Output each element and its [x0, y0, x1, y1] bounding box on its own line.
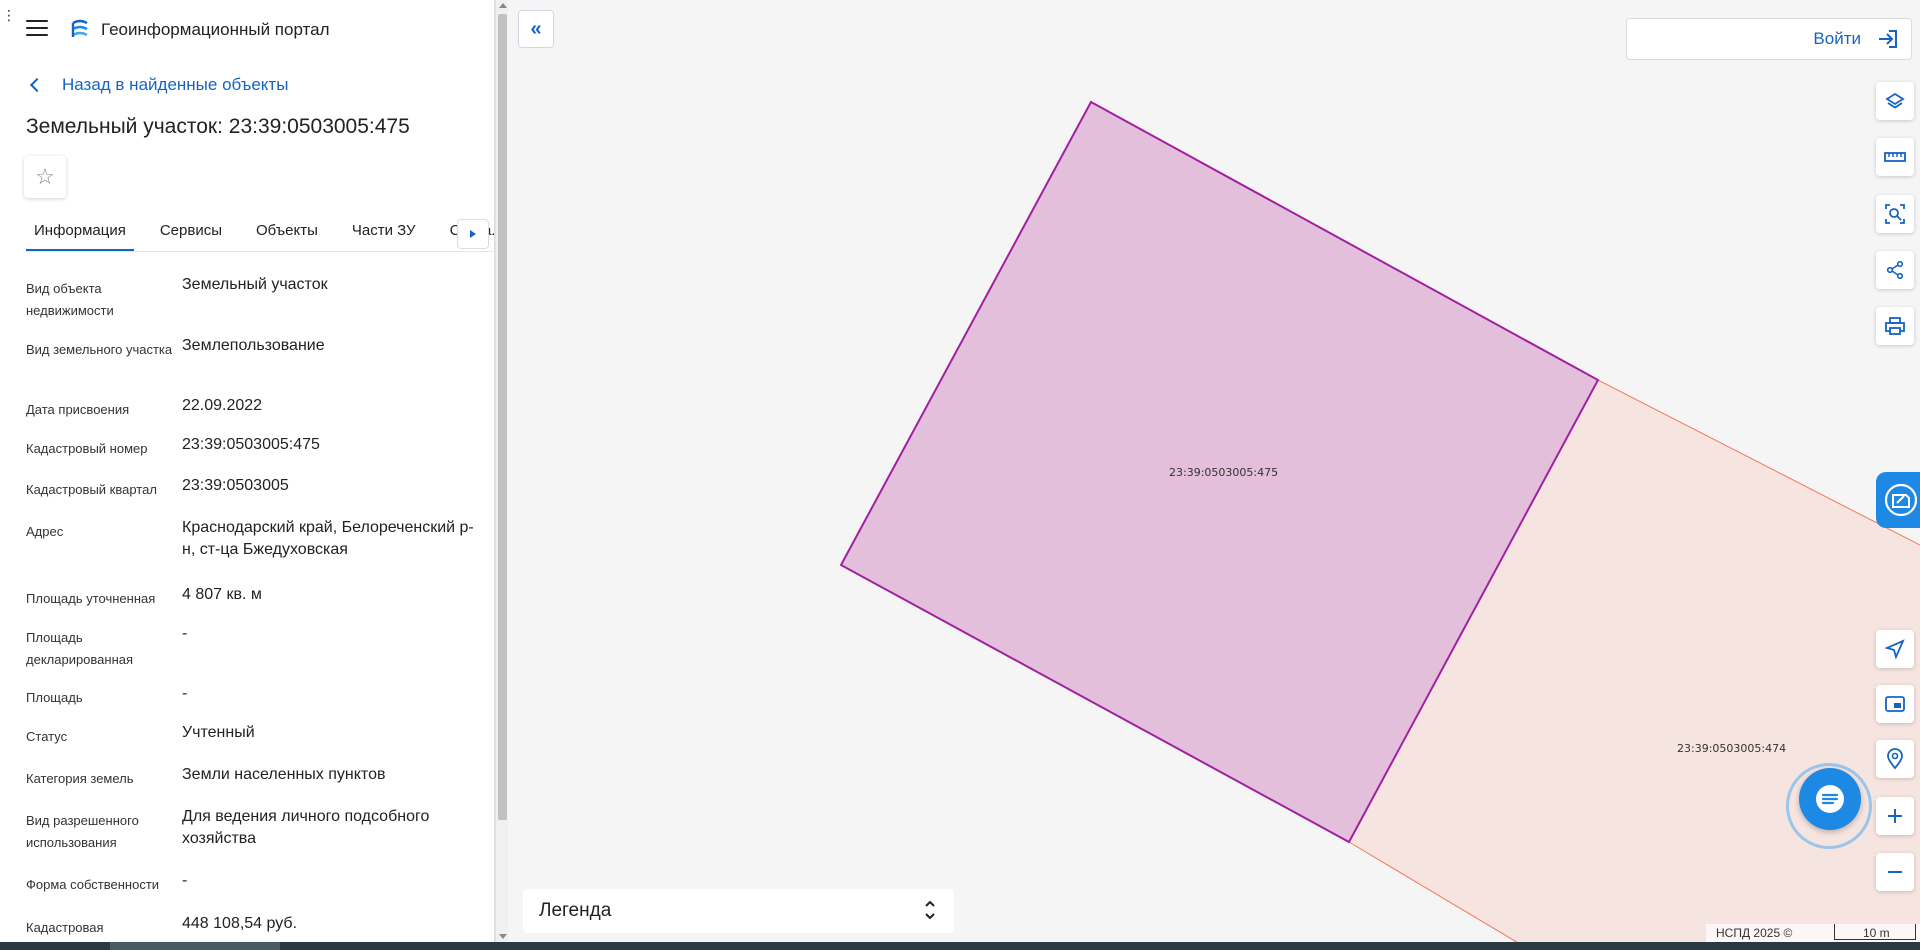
property-value: 23:39:0503005:475	[182, 436, 320, 453]
property-label: Площадь декларированная	[26, 630, 134, 667]
scale-label: 10 m	[1863, 926, 1890, 940]
object-info-panel: ⋮ Геоинформационный портал Назад в найде…	[0, 0, 495, 942]
tab-objects[interactable]: Объекты	[248, 218, 326, 249]
scale-bar: 10 m	[1834, 924, 1916, 940]
parcel-main-label: 23:39:0503005:475	[1169, 466, 1279, 479]
chat-icon	[1816, 785, 1844, 813]
location-search-button[interactable]	[1876, 740, 1914, 778]
property-label: Вид разрешенного использования	[26, 813, 139, 850]
area-search-icon	[1885, 204, 1905, 224]
expand-collapse-icon	[925, 900, 935, 920]
attribution-text: НСПД 2025 ©	[1716, 926, 1793, 940]
more-dots-icon[interactable]: ⋮	[2, 8, 16, 22]
legend-label: Легенда	[539, 900, 612, 921]
zoom-out-button[interactable]	[1876, 853, 1914, 891]
login-label: Войти	[1813, 29, 1861, 48]
tab-info[interactable]: Информация	[26, 218, 134, 251]
property-label: Площадь	[26, 690, 83, 705]
object-title: Земельный участок: 23:39:0503005:475	[26, 115, 410, 138]
property-label: Вид объекта недвижимости	[26, 281, 114, 318]
area-search-button[interactable]	[1876, 195, 1914, 233]
double-chevron-left-icon: «	[530, 17, 542, 40]
property-value: Земли населенных пунктов	[182, 766, 386, 783]
info-tabs: ИнформацияСервисыОбъектыЧасти ЗУСоста...	[26, 218, 494, 252]
property-value: Учтенный	[182, 724, 255, 741]
chat-button[interactable]	[1799, 768, 1861, 830]
measure-button[interactable]	[1876, 138, 1914, 176]
property-value: 448 108,54 руб.	[182, 915, 298, 932]
login-button[interactable]: Войти	[1626, 18, 1912, 60]
navigation-arrow-icon	[1885, 639, 1905, 659]
map-attribution: НСПД 2025 © 10 m	[1706, 924, 1920, 942]
portal-logo-icon	[71, 19, 88, 37]
layers-button[interactable]	[1876, 82, 1914, 120]
star-icon: ☆	[35, 164, 55, 189]
scrollbar-thumb[interactable]	[498, 14, 507, 820]
chevron-left-icon	[29, 77, 45, 93]
tabs-scroll-right-button[interactable]	[457, 219, 489, 249]
property-label: Форма собственности	[26, 877, 160, 892]
property-label: Статус	[26, 729, 68, 744]
favorite-button[interactable]: ☆	[24, 156, 66, 198]
collapse-panel-button[interactable]: «	[518, 10, 554, 48]
panel-scrollbar[interactable]	[495, 0, 508, 942]
minus-icon	[1888, 871, 1902, 873]
side-widget-button[interactable]	[1876, 472, 1920, 528]
property-value: -	[182, 685, 188, 702]
property-value: Краснодарский край, Белореченский р-н, с…	[182, 519, 474, 558]
minimap-icon	[1885, 696, 1905, 712]
scroll-down-arrow-icon[interactable]	[499, 934, 507, 939]
share-icon	[1886, 260, 1904, 280]
ruler-icon	[1884, 152, 1906, 162]
zoom-in-button[interactable]	[1876, 797, 1914, 835]
tab-parts[interactable]: Части ЗУ	[344, 218, 424, 249]
property-value: -	[182, 625, 188, 642]
property-label: Кадастровый номер	[26, 441, 148, 456]
property-label: Адрес	[26, 524, 64, 539]
property-label: Кадастровый квартал	[26, 482, 157, 497]
back-to-results-link[interactable]: Назад в найденные объекты	[26, 75, 288, 95]
app-root: 23:39:0503005:475 23:39:0503005:474 ⋮ Ге…	[0, 0, 1920, 950]
property-label: Площадь уточненная	[26, 591, 156, 606]
plus-icon	[1888, 809, 1902, 823]
property-label: Вид земельного участка	[26, 342, 173, 357]
property-label: Дата присвоения	[26, 402, 130, 417]
property-value: 23:39:0503005	[182, 477, 289, 494]
layers-icon	[1885, 92, 1905, 109]
caret-right-icon	[470, 230, 476, 238]
location-pin-icon	[1887, 748, 1903, 770]
parcel-neighbor-label: 23:39:0503005:474	[1677, 742, 1787, 755]
print-button[interactable]	[1876, 307, 1914, 345]
property-value: 4 807 кв. м	[182, 586, 262, 603]
property-value: Земельный участок	[182, 276, 328, 293]
os-taskbar	[0, 942, 1920, 950]
property-value: Для ведения личного подсобного хозяйства	[182, 808, 430, 847]
scroll-up-arrow-icon[interactable]	[499, 3, 507, 8]
document-widget-icon	[1884, 483, 1918, 517]
property-value: -	[182, 872, 188, 889]
tab-services[interactable]: Сервисы	[152, 218, 230, 249]
geolocation-button[interactable]	[1876, 630, 1914, 668]
property-label: Кадастровая	[26, 920, 104, 935]
back-link-label: Назад в найденные объекты	[62, 75, 289, 94]
legend-toggle[interactable]: Легенда	[523, 889, 954, 933]
property-value: 22.09.2022	[182, 397, 263, 414]
printer-icon	[1885, 317, 1905, 335]
share-button[interactable]	[1876, 251, 1914, 289]
portal-title: Геоинформационный портал	[101, 20, 330, 39]
hamburger-menu-icon[interactable]	[26, 20, 48, 38]
minimap-button[interactable]	[1876, 685, 1914, 723]
taskbar-item[interactable]	[110, 942, 280, 950]
login-icon	[1879, 30, 1897, 48]
property-label: Категория земель	[26, 771, 134, 786]
property-value: Землепользование	[182, 337, 325, 354]
panel-header: ⋮ Геоинформационный портал	[0, 0, 494, 60]
